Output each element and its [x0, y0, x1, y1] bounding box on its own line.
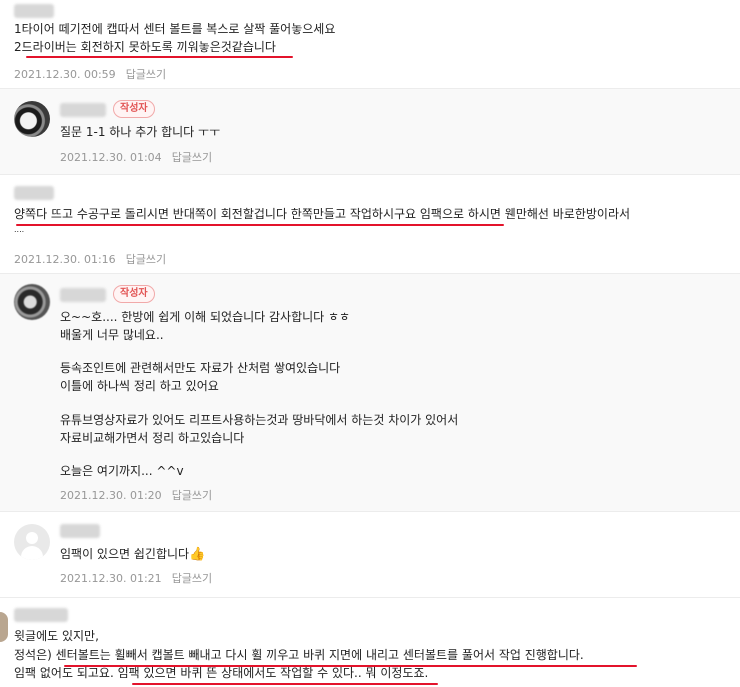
author-name[interactable]: 뉴링콘	[14, 4, 54, 18]
comment-date: 2021.12.30. 00:59	[14, 68, 116, 81]
comment-line: 임팩이 있으면 쉽긴합니다👍	[60, 545, 205, 564]
author-name[interactable]: 뉴링콘	[60, 524, 100, 538]
author-name[interactable]: 정은 런닌	[14, 608, 68, 622]
author-name[interactable]: 뉴링콘	[14, 186, 54, 200]
comment-meta: 2021.12.30. 01:04 답글쓰기	[60, 149, 212, 165]
comment-line: 1타이어 떼기전에 캡따서 센터 볼트를 복스로 살짝 풀어놓으세요	[14, 22, 336, 36]
comment-line: 정석은) 센터볼트는 휠빼서 캡볼트 빼내고 다시 휠 끼우고 바퀴 지면에 내…	[14, 648, 584, 662]
reply-comment: 뉴링콘 임팩이 있으면 쉽긴합니다👍 2021.12.30. 01:21 답글쓰기	[0, 512, 740, 597]
comment: 정은 런닌 윗글에도 있지만, 정석은) 센터볼트는 휠빼서 캡볼트 빼내고 다…	[0, 598, 740, 687]
comment-meta: 2021.12.30. 01:16 답글쓰기	[14, 251, 166, 267]
comment-line: 등속조인트에 관련해서만도 자료가 산처럼 쌓여있습니다	[60, 361, 341, 375]
comment-line: 자료비교해가면서 정리 하고있습니다	[60, 431, 245, 445]
author-name[interactable]: 뗑뗀서랑	[60, 103, 106, 117]
avatar[interactable]	[14, 101, 50, 137]
comment-line: 오늘은 여기까지... ^^v	[60, 464, 184, 478]
avatar[interactable]	[14, 284, 50, 320]
reply-button[interactable]: 답글쓰기	[126, 253, 166, 266]
avatar-body-icon	[21, 546, 43, 560]
highlight-underline	[132, 683, 438, 685]
reply-comment: 뗑뗀서랑 작성자 질문 1-1 하나 추가 합니다 ㅜㅜ 2021.12.30.…	[0, 89, 740, 174]
comment-meta: 2021.12.30. 01:20 답글쓰기	[60, 487, 212, 503]
comment-line: 2드라이버는 회전하지 못하도록 끼워놓은것같습니다	[14, 40, 276, 54]
reply-button[interactable]: 답글쓰기	[172, 572, 212, 585]
comment: 뉴링콘 1타이어 떼기전에 캡따서 센터 볼트를 복스로 살짝 풀어놓으세요 2…	[0, 0, 740, 88]
comment-line: 윗글에도 있지만,	[14, 629, 99, 643]
comment-line: 질문 1-1 하나 추가 합니다 ㅜㅜ	[60, 125, 221, 139]
author-badge: 작성자	[113, 285, 155, 303]
avatar[interactable]	[0, 612, 8, 642]
comment-line: 임팩 없어도 되고요. 임팩 있으면 바퀴 뜬 상태에서도 작업할 수 있다..…	[14, 666, 429, 680]
comment-text: 임팩이 있으면 쉽긴합니다	[60, 547, 190, 561]
comment-date: 2021.12.30. 01:04	[60, 151, 162, 164]
comment-line: 양쪽다 뜨고 수공구로 돌리시면 반대쪽이 회전할겁니다 한쪽만들고 작업하시구…	[14, 207, 631, 221]
reply-comment: 뗑뗀서랑 작성자 오~~호.... 한방에 쉽게 이해 되었습니다 감사합니다 …	[0, 274, 740, 511]
avatar[interactable]	[14, 524, 50, 560]
reply-button[interactable]: 답글쓰기	[172, 489, 212, 502]
author-name[interactable]: 뗑뗀서랑	[60, 288, 106, 302]
comment-list: 뉴링콘 1타이어 떼기전에 캡따서 센터 볼트를 복스로 살짝 풀어놓으세요 2…	[0, 0, 740, 687]
highlight-underline	[26, 56, 293, 58]
comment-line: 유튜브영상자료가 있어도 리프트사용하는것과 땅바닥에서 하는것 차이가 있어서	[60, 413, 459, 427]
reply-button[interactable]: 답글쓰기	[172, 151, 212, 164]
comment-line: 이틀에 하나씩 정리 하고 있어요	[60, 379, 219, 393]
comment-line: 오~~호.... 한방에 쉽게 이해 되었습니다 감사합니다 ㅎㅎ	[60, 310, 351, 324]
author-badge: 작성자	[113, 100, 155, 118]
comment-date: 2021.12.30. 01:20	[60, 489, 162, 502]
avatar-head-icon	[26, 532, 38, 544]
comment-meta: 2021.12.30. 00:59 답글쓰기	[14, 66, 166, 82]
comment-line: 배울게 너무 많네요..	[60, 328, 164, 342]
comment-date: 2021.12.30. 01:21	[60, 572, 162, 585]
comment-meta: 2021.12.30. 01:21 답글쓰기	[60, 570, 212, 586]
reply-button[interactable]: 답글쓰기	[126, 68, 166, 81]
highlight-underline	[16, 224, 504, 226]
thumbs-up-icon: 👍	[189, 547, 206, 562]
comment: 뉴링콘 양쪽다 뜨고 수공구로 돌리시면 반대쪽이 회전할겁니다 한쪽만들고 작…	[0, 175, 740, 273]
comment-date: 2021.12.30. 01:16	[14, 253, 116, 266]
